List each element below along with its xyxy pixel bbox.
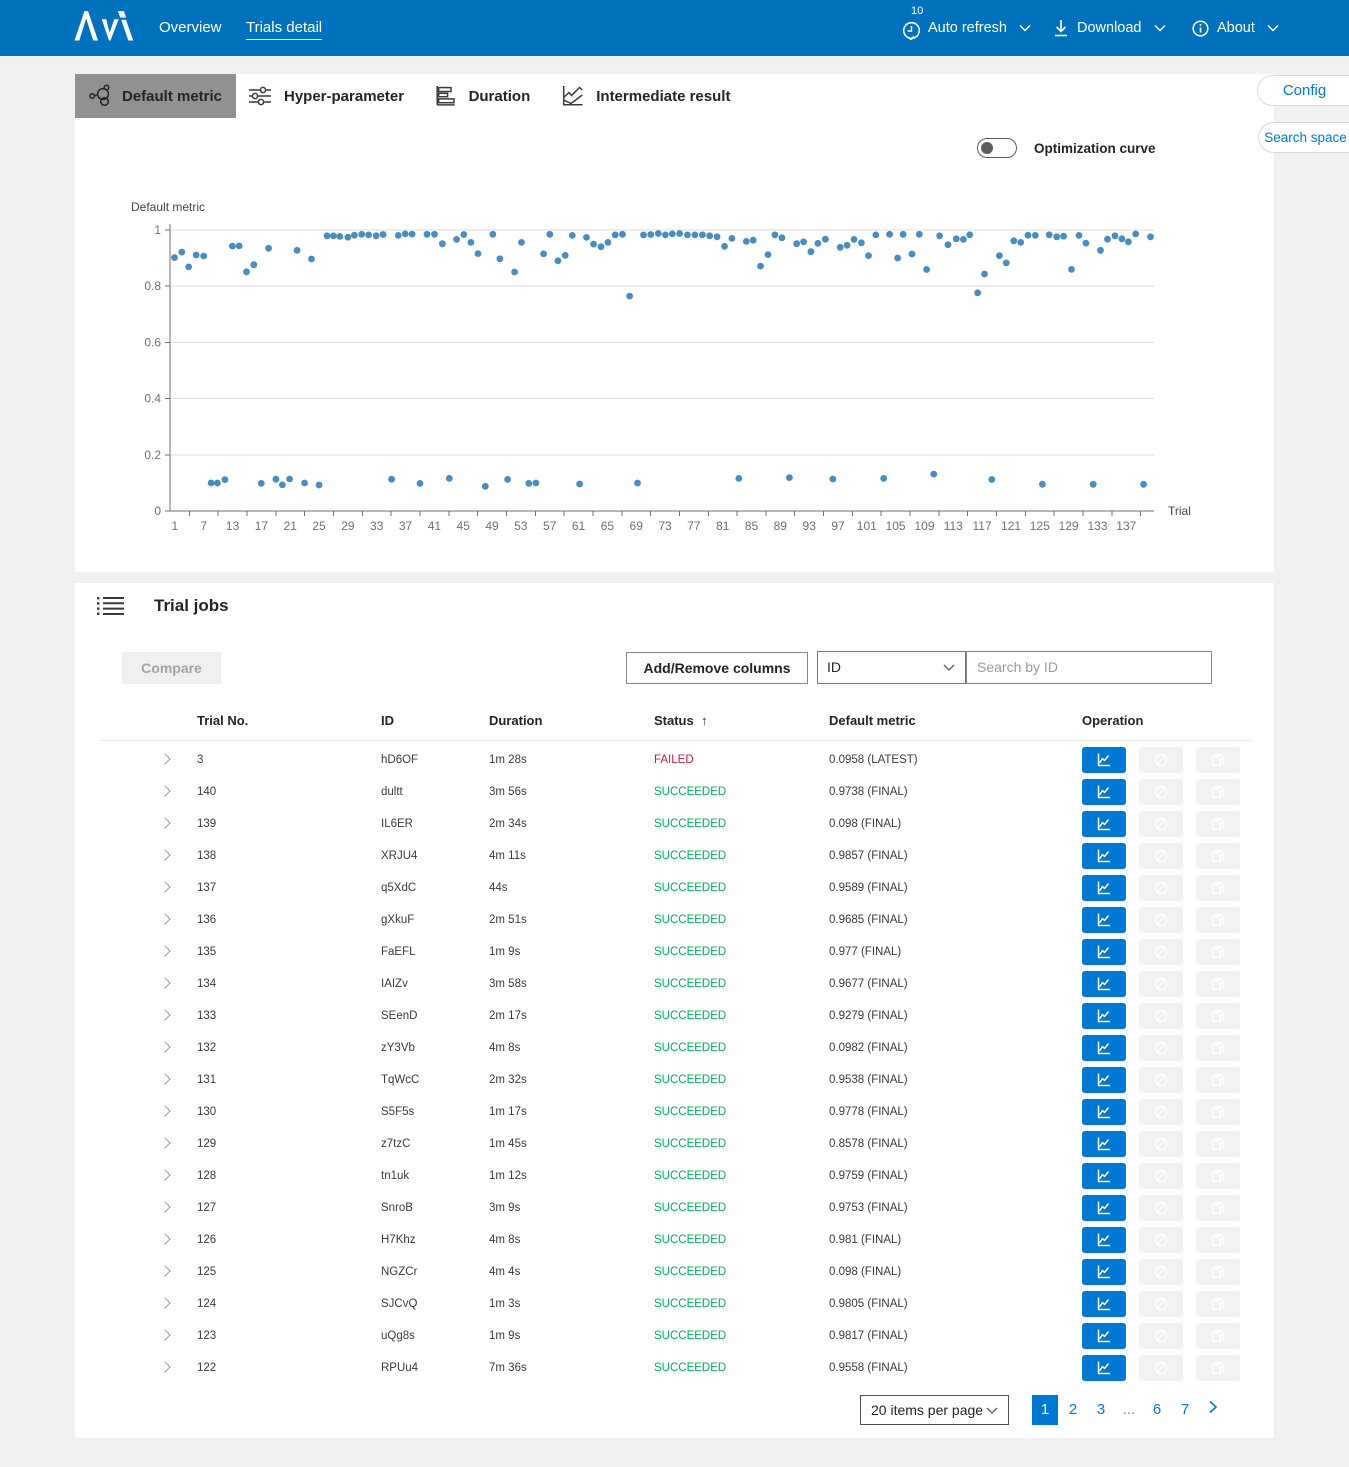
svg-text:33: 33 (370, 519, 384, 533)
svg-text:73: 73 (658, 519, 672, 533)
svg-text:Trial: Trial (1168, 504, 1191, 518)
svg-text:49: 49 (485, 519, 499, 533)
svg-text:0: 0 (154, 504, 161, 518)
svg-text:41: 41 (428, 519, 442, 533)
svg-text:29: 29 (341, 519, 355, 533)
svg-text:133: 133 (1087, 519, 1107, 533)
svg-text:21: 21 (284, 519, 298, 533)
svg-text:69: 69 (630, 519, 644, 533)
svg-text:125: 125 (1030, 519, 1050, 533)
svg-text:7: 7 (200, 519, 207, 533)
svg-text:0.4: 0.4 (144, 392, 161, 406)
svg-text:81: 81 (716, 519, 730, 533)
svg-text:61: 61 (572, 519, 586, 533)
svg-text:13: 13 (226, 519, 240, 533)
svg-text:137: 137 (1116, 519, 1136, 533)
svg-text:1: 1 (154, 223, 161, 237)
svg-text:109: 109 (914, 519, 934, 533)
svg-text:77: 77 (687, 519, 701, 533)
svg-text:85: 85 (745, 519, 759, 533)
svg-text:17: 17 (255, 519, 269, 533)
svg-text:97: 97 (831, 519, 845, 533)
svg-text:117: 117 (973, 519, 992, 533)
svg-text:105: 105 (886, 519, 906, 533)
svg-text:113: 113 (944, 519, 963, 533)
svg-text:45: 45 (457, 519, 471, 533)
svg-text:25: 25 (312, 519, 326, 533)
svg-text:121: 121 (1001, 519, 1021, 533)
svg-text:89: 89 (774, 519, 788, 533)
svg-text:57: 57 (543, 519, 557, 533)
svg-text:129: 129 (1059, 519, 1079, 533)
svg-text:1: 1 (172, 519, 179, 533)
svg-text:53: 53 (514, 519, 528, 533)
svg-text:101: 101 (857, 519, 877, 533)
svg-text:0.6: 0.6 (144, 335, 161, 349)
svg-text:Default metric: Default metric (131, 200, 205, 214)
svg-text:65: 65 (601, 519, 615, 533)
svg-text:93: 93 (803, 519, 817, 533)
svg-text:0.8: 0.8 (144, 279, 161, 293)
svg-text:37: 37 (399, 519, 413, 533)
svg-text:0.2: 0.2 (144, 448, 161, 462)
